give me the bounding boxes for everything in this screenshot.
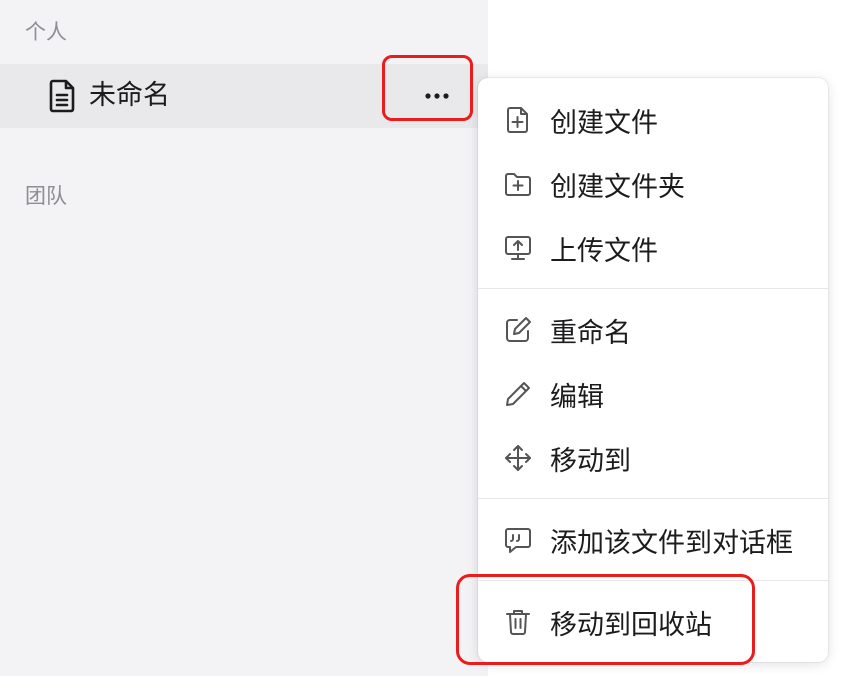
file-name: 未命名 <box>89 80 170 111</box>
file-plus-icon <box>507 107 528 133</box>
file-item[interactable]: 未命名 <box>0 64 488 128</box>
more-options-button[interactable] <box>404 80 472 112</box>
document-icon <box>49 79 75 113</box>
chat-quote-icon <box>505 528 531 553</box>
context-menu: 创建文件 创建文件夹 上传文件 重命名 编辑 移动到 添加该文件到对话框 移动到… <box>478 78 828 662</box>
menu-label: 添加该文件到对话框 <box>550 527 793 559</box>
menu-label: 移动到 <box>550 445 631 477</box>
menu-item-move-to[interactable]: 移动到 <box>478 426 828 490</box>
more-horizontal-icon <box>425 93 449 99</box>
menu-item-add-to-chat[interactable]: 添加该文件到对话框 <box>478 508 828 572</box>
sidebar: 个人 未命名 团队 <box>0 0 488 676</box>
folder-plus-icon <box>505 173 531 196</box>
menu-label: 移动到回收站 <box>550 609 712 641</box>
menu-item-upload-file[interactable]: 上传文件 <box>478 216 828 280</box>
pencil-icon <box>506 382 530 406</box>
menu-divider <box>478 288 828 289</box>
section-label-team: 团队 <box>25 184 67 208</box>
menu-divider <box>478 498 828 499</box>
menu-item-create-folder[interactable]: 创建文件夹 <box>478 152 828 216</box>
menu-label: 编辑 <box>550 381 604 413</box>
rename-icon <box>506 317 531 342</box>
menu-label: 创建文件夹 <box>550 171 685 203</box>
trash-icon <box>506 610 530 635</box>
menu-label: 创建文件 <box>550 107 658 139</box>
menu-item-create-file[interactable]: 创建文件 <box>478 88 828 152</box>
menu-label: 上传文件 <box>550 235 658 267</box>
menu-item-edit[interactable]: 编辑 <box>478 362 828 426</box>
menu-label: 重命名 <box>550 317 631 349</box>
move-arrows-icon <box>505 445 531 471</box>
menu-divider <box>478 580 828 581</box>
section-label-personal: 个人 <box>25 20 67 44</box>
upload-monitor-icon <box>505 236 531 260</box>
menu-item-rename[interactable]: 重命名 <box>478 298 828 362</box>
menu-item-move-to-trash[interactable]: 移动到回收站 <box>478 590 828 654</box>
